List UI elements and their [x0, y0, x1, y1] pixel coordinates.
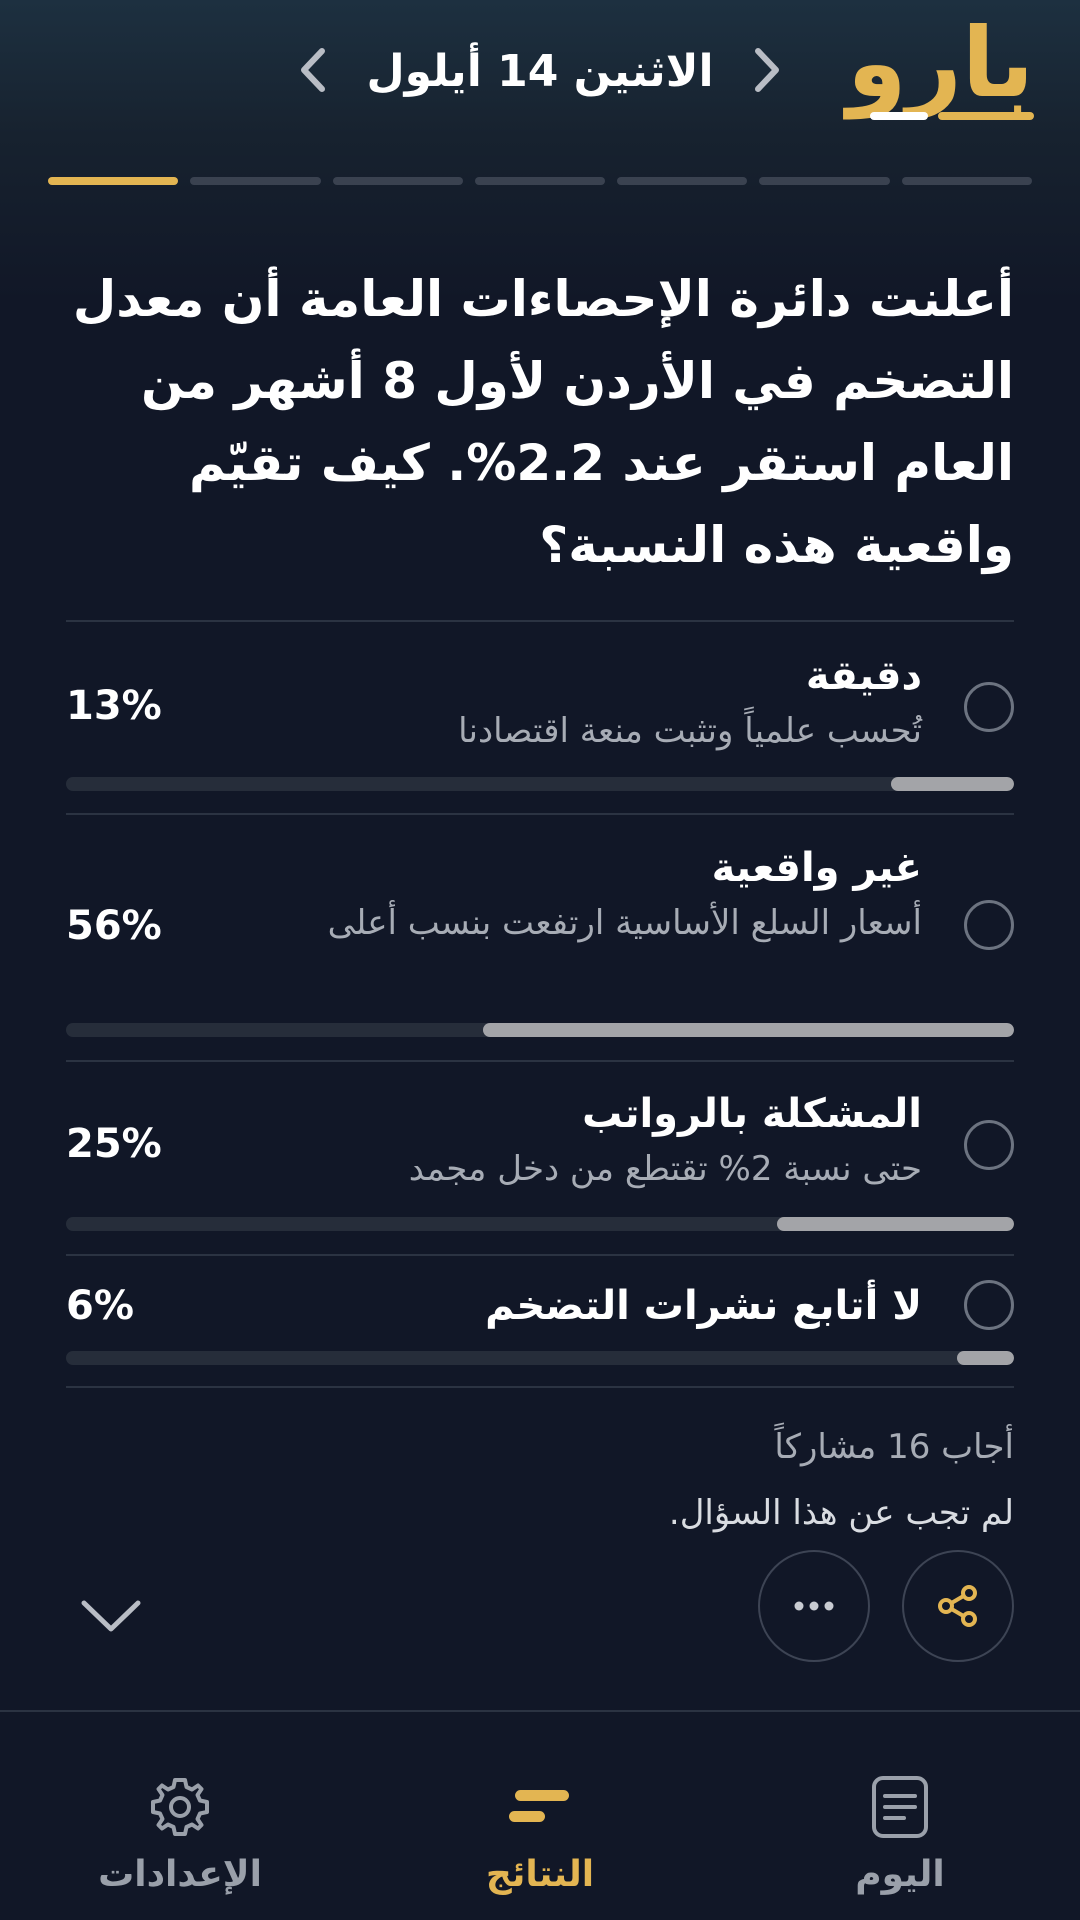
- option-title: دقيقة: [805, 653, 922, 699]
- option-percent: 25%: [66, 1121, 162, 1167]
- logo-underline: [870, 112, 1034, 120]
- share-button[interactable]: [902, 1550, 1014, 1662]
- option-subtitle: أسعار السلع الأساسية ارتفعت بنسب أعلى: [327, 903, 922, 943]
- option-radio[interactable]: [964, 682, 1014, 732]
- option-result-fill: [777, 1217, 1014, 1231]
- option-result-fill: [890, 777, 1014, 791]
- bottom-navigation: الإعدادات النتائج اليوم: [0, 1710, 1080, 1920]
- progress-segment: [617, 177, 748, 185]
- poll-option-unrealistic[interactable]: غير واقعية أسعار السلع الأساسية ارتفعت ب…: [66, 840, 1014, 1040]
- unanswered-note: لم تجب عن هذا السؤال.: [668, 1493, 1014, 1533]
- option-result-bar: [66, 1023, 1014, 1037]
- poll-option-dont-follow[interactable]: لا أتابع نشرات التضخم 6%: [66, 1280, 1014, 1380]
- question-progress: [48, 177, 1032, 185]
- date-title: الاثنين 14 أيلول: [366, 46, 714, 97]
- participants-count: أجاب 16 مشاركاً: [774, 1427, 1014, 1467]
- nav-settings-label: الإعدادات: [98, 1854, 262, 1895]
- app-header: الاثنين 14 أيلول بارو: [0, 0, 1080, 150]
- divider: [66, 1060, 1014, 1062]
- divider: [66, 1386, 1014, 1388]
- more-dots-icon: [794, 1601, 834, 1611]
- option-result-bar: [66, 1217, 1014, 1231]
- next-day-button[interactable]: [742, 40, 792, 100]
- divider: [66, 813, 1014, 815]
- progress-segment: [474, 177, 606, 185]
- progress-segment: [759, 177, 890, 185]
- option-result-bar: [66, 777, 1014, 791]
- option-subtitle: حتى نسبة 2% تقتطع من دخل مجمد: [408, 1149, 922, 1189]
- option-radio[interactable]: [964, 900, 1014, 950]
- option-percent: 6%: [66, 1283, 134, 1329]
- option-subtitle: تُحسب علمياً وتثبت منعة اقتصادنا: [458, 711, 922, 751]
- nav-settings[interactable]: الإعدادات: [50, 1772, 310, 1912]
- previous-day-button[interactable]: [288, 40, 338, 100]
- results-icon: [509, 1790, 569, 1822]
- progress-segment: [48, 177, 179, 185]
- option-title: لا أتابع نشرات التضخم: [485, 1283, 922, 1329]
- poll-option-accurate[interactable]: دقيقة تُحسب علمياً وتثبت منعة اقتصادنا 1…: [66, 648, 1014, 791]
- option-result-bar: [66, 1351, 1014, 1365]
- question-text: أعلنت دائرة الإحصاءات العامة أن معدل الت…: [72, 270, 1014, 574]
- option-percent: 13%: [66, 683, 162, 729]
- nav-results[interactable]: النتائج: [410, 1772, 670, 1912]
- document-icon: [872, 1776, 928, 1838]
- option-radio[interactable]: [964, 1120, 1014, 1170]
- nav-results-label: النتائج: [485, 1854, 595, 1895]
- option-percent: 56%: [66, 903, 162, 949]
- gear-icon: [151, 1778, 209, 1836]
- option-result-fill: [483, 1023, 1014, 1037]
- collapse-button[interactable]: [78, 1590, 144, 1640]
- progress-segment: [190, 177, 321, 185]
- divider: [66, 620, 1014, 622]
- progress-segment: [332, 177, 463, 185]
- option-radio[interactable]: [964, 1280, 1014, 1330]
- share-icon: [938, 1585, 977, 1627]
- progress-segment: [901, 177, 1032, 185]
- poll-option-salaries[interactable]: المشكلة بالرواتب حتى نسبة 2% تقتطع من دخ…: [66, 1086, 1014, 1236]
- divider: [66, 1254, 1014, 1256]
- option-title: المشكلة بالرواتب: [582, 1091, 922, 1137]
- chevron-down-icon: [81, 1600, 141, 1632]
- option-result-fill: [957, 1351, 1014, 1365]
- chevron-right-icon: [755, 48, 779, 92]
- logo-text: بارو: [846, 7, 1034, 119]
- app-logo: بارو: [847, 8, 1034, 138]
- more-options-button[interactable]: [758, 1550, 870, 1662]
- chevron-left-icon: [301, 48, 325, 92]
- nav-today-label: اليوم: [855, 1854, 945, 1895]
- nav-today[interactable]: اليوم: [770, 1772, 1030, 1912]
- option-title: غير واقعية: [711, 845, 922, 891]
